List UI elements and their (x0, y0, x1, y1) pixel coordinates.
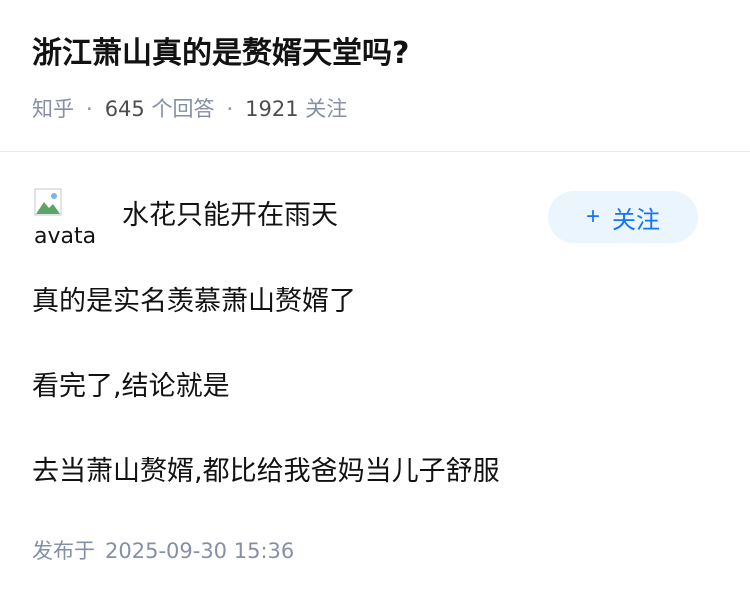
publish-label: 发布于 (32, 539, 95, 563)
source-label[interactable]: 知乎 (32, 97, 74, 121)
follower-count-label: 关注 (305, 97, 348, 121)
avatar-alt-text: avatar (34, 224, 98, 248)
answer-paragraph: 去当萧山赘婿,都比给我爸妈当儿子舒服 (32, 456, 500, 487)
answer-paragraph: 看完了,结论就是 (32, 371, 230, 402)
separator-dot: · (226, 97, 234, 121)
publish-time: 发布于 2025-09-30 15:36 (32, 535, 294, 567)
publish-date: 2025-09-30 15:36 (105, 539, 295, 563)
answer-body: 真的是实名羡慕萧山赘婿了 看完了,结论就是 去当萧山赘婿,都比给我爸妈当儿子舒服 (32, 282, 718, 537)
follower-count: 1921 (245, 97, 299, 121)
follow-button[interactable]: + 关注 (548, 191, 698, 243)
question-header: 浙江萧山真的是赘婿天堂吗? 知乎 · 645 个回答 · 1921 关注 (0, 0, 750, 152)
question-meta: 知乎 · 645 个回答 · 1921 关注 (32, 93, 347, 125)
answer-count-label: 个回答 (151, 97, 215, 121)
answer-paragraph: 真的是实名羡慕萧山赘婿了 (32, 286, 356, 317)
separator-dot: · (86, 97, 93, 121)
author-name[interactable]: 水花只能开在雨天 (122, 196, 338, 236)
avatar[interactable]: avatar (32, 186, 98, 248)
follow-button-label: 关注 (612, 206, 660, 234)
broken-image-icon (34, 188, 62, 216)
answer-count: 645 (104, 97, 145, 121)
plus-icon: + (585, 203, 600, 230)
question-title[interactable]: 浙江萧山真的是赘婿天堂吗? (32, 30, 409, 78)
author-row: avatar 水花只能开在雨天 + 关注 (32, 186, 718, 248)
